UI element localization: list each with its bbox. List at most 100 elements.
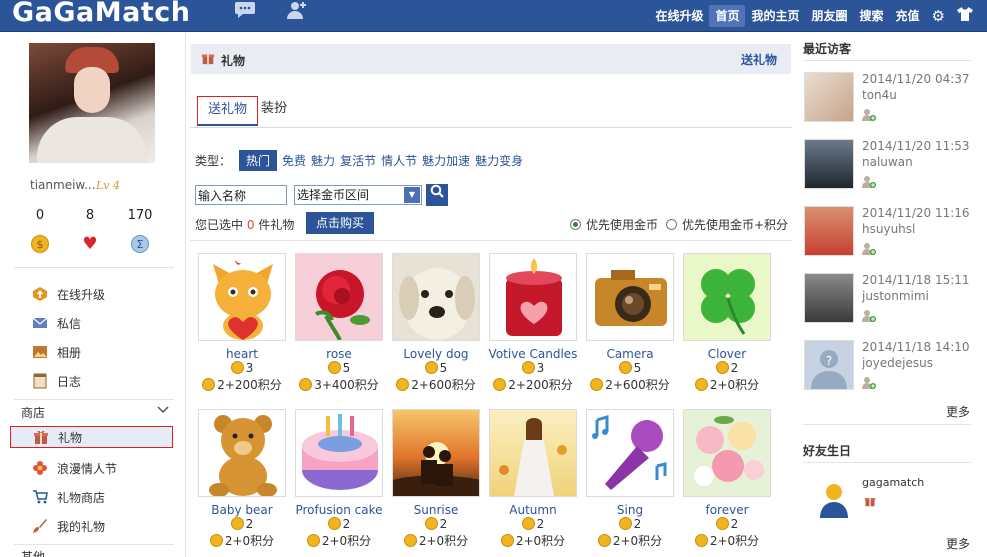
tab-send-gift[interactable]: 送礼物 xyxy=(197,96,258,126)
type-easter[interactable]: 复活节 xyxy=(340,152,376,169)
visitor-item[interactable]: 2014/11/18 15:11 justonmimi xyxy=(804,269,974,333)
avatar[interactable] xyxy=(29,43,155,163)
visitor-avatar[interactable] xyxy=(804,139,854,189)
visitor-name[interactable]: joyedejesus xyxy=(862,356,933,370)
gift-image-profusion-cake[interactable] xyxy=(295,409,383,497)
visit-time: 2014/11/20 04:37 xyxy=(862,72,970,86)
radio-indicator[interactable] xyxy=(666,219,677,230)
gift-item-heart[interactable]: heart 3 2+200积分 xyxy=(197,253,287,403)
gift-image-rose[interactable] xyxy=(295,253,383,341)
add-friend-icon[interactable] xyxy=(862,175,878,191)
birthday-friend-name[interactable]: gagamatch xyxy=(862,476,924,489)
gift-item-forever[interactable]: forever 2 2+0积分 xyxy=(682,409,772,557)
coin-icon xyxy=(590,378,604,391)
type-free[interactable]: 免费 xyxy=(282,152,306,169)
search-button[interactable] xyxy=(426,184,448,206)
logo[interactable]: GaGaMatch xyxy=(12,0,190,28)
visitor-item[interactable]: 2014/11/20 04:37 ton4u xyxy=(804,68,974,132)
sidebar-item-upgrade[interactable]: 在线升级 xyxy=(32,283,172,305)
visitor-avatar[interactable] xyxy=(804,206,854,256)
gift-image-autumn[interactable] xyxy=(489,409,577,497)
visitor-name[interactable]: naluwan xyxy=(862,155,913,169)
tab-dress-up[interactable]: 装扮 xyxy=(258,96,290,126)
sidebar-item-mail[interactable]: 私信 xyxy=(32,312,172,334)
gift-icon[interactable] xyxy=(864,494,876,511)
gift-alt-value: 2+0积分 xyxy=(515,534,566,548)
visitor-avatar[interactable] xyxy=(804,273,854,323)
add-friend-icon[interactable] xyxy=(862,309,878,325)
nav-my-page[interactable]: 我的主页 xyxy=(745,5,805,27)
radio-indicator[interactable] xyxy=(570,219,581,230)
gift-image-clover[interactable] xyxy=(683,253,771,341)
visitor-item[interactable]: 2014/11/20 11:53 naluwan xyxy=(804,135,974,199)
gift-image-forever[interactable] xyxy=(683,409,771,497)
left-sidebar: tianmeiw... Lv 4 0 8 170 $ ♥ Σ 在线升级 私信 相… xyxy=(0,32,186,557)
coin-range-select[interactable]: 选择金币区间 ▼ xyxy=(294,185,422,205)
visitor-item[interactable]: ? 2014/11/18 14:10 joyedejesus xyxy=(804,336,974,400)
gift-item-sing[interactable]: Sing 2 2+0积分 xyxy=(585,409,675,557)
buy-button[interactable]: 点击购买 xyxy=(306,212,374,234)
gift-image-camera[interactable] xyxy=(586,253,674,341)
visitor-avatar[interactable] xyxy=(804,72,854,122)
chat-icon[interactable] xyxy=(234,0,256,22)
gift-item-lovely-dog[interactable]: Lovely dog 5 2+600积分 xyxy=(391,253,481,403)
more-birthdays-link[interactable]: 更多 xyxy=(946,535,970,552)
visitor-name[interactable]: ton4u xyxy=(862,88,897,102)
nav-upgrade[interactable]: 在线升级 xyxy=(649,5,709,27)
points-icon: Σ xyxy=(131,235,149,253)
shirt-icon[interactable] xyxy=(951,7,979,25)
gift-image-heart[interactable] xyxy=(198,253,286,341)
birthday-avatar[interactable] xyxy=(814,480,854,523)
sidebar-item-my-gifts[interactable]: 我的礼物 xyxy=(32,515,172,537)
sidebar-item-gift[interactable]: 礼物 xyxy=(10,426,173,448)
type-valentine[interactable]: 情人节 xyxy=(381,152,417,169)
gift-image-lovely-dog[interactable] xyxy=(392,253,480,341)
username[interactable]: tianmeiw... xyxy=(30,178,96,192)
more-visitors-link[interactable]: 更多 xyxy=(946,403,970,420)
nav-recharge[interactable]: 充值 xyxy=(890,5,926,27)
sidebar-item-valentine[interactable]: 浪漫情人节 xyxy=(32,457,172,479)
gear-icon[interactable]: ⚙ xyxy=(926,7,951,25)
nav-search[interactable]: 搜索 xyxy=(854,5,890,27)
type-charm-transform[interactable]: 魅力变身 xyxy=(475,152,523,169)
visitor-name[interactable]: hsuyuhsl xyxy=(862,222,915,236)
gift-name: Votive Candles xyxy=(488,347,578,361)
sidebar-item-album[interactable]: 相册 xyxy=(32,341,172,363)
sidebar-item-gift-shop[interactable]: 礼物商店 xyxy=(32,486,172,508)
gift-item-rose[interactable]: rose 5 3+400积分 xyxy=(294,253,384,403)
type-charm[interactable]: 魅力 xyxy=(311,152,335,169)
add-friend-icon[interactable] xyxy=(862,108,878,124)
radio-coins-points-first[interactable]: 优先使用金币+积分 xyxy=(666,216,788,233)
nav-home[interactable]: 首页 xyxy=(709,5,746,27)
add-user-icon[interactable] xyxy=(286,0,308,22)
type-hot[interactable]: 热门 xyxy=(239,149,278,171)
gift-item-votive-candles[interactable]: Votive Candles 3 2+200积分 xyxy=(488,253,578,403)
sidebar-item-label: 浪漫情人节 xyxy=(57,461,118,476)
visitor-name[interactable]: justonmimi xyxy=(862,289,929,303)
gift-item-camera[interactable]: Camera 5 2+600积分 xyxy=(585,253,675,403)
chevron-down-icon[interactable] xyxy=(157,404,169,417)
dropdown-arrow-icon[interactable]: ▼ xyxy=(404,187,420,203)
radio-coins-first[interactable]: 优先使用金币 xyxy=(570,216,658,233)
type-charm-boost[interactable]: 魅力加速 xyxy=(422,152,470,169)
sidebar-item-journal[interactable]: 日志 xyxy=(32,370,172,392)
gift-image-votive-candles[interactable] xyxy=(489,253,577,341)
gift-image-sunrise[interactable] xyxy=(392,409,480,497)
gift-image-baby-bear[interactable] xyxy=(198,409,286,497)
gift-alt-price: 2+0积分 xyxy=(585,532,675,549)
add-friend-icon[interactable] xyxy=(862,376,878,392)
gift-item-clover[interactable]: Clover 2 2+0积分 xyxy=(682,253,772,403)
visitor-avatar[interactable]: ? xyxy=(804,340,854,390)
gift-alt-value: 2+200积分 xyxy=(508,378,573,392)
gift-item-baby-bear[interactable]: Baby bear 2 2+0积分 xyxy=(197,409,287,557)
nav-friends[interactable]: 朋友圈 xyxy=(806,5,854,27)
gift-item-autumn[interactable]: Autumn 2 2+0积分 xyxy=(488,409,578,557)
coin-icon xyxy=(500,534,514,547)
gift-item-profusion-cake[interactable]: Profusion cake 2 2+0积分 xyxy=(294,409,384,557)
gift-image-sing[interactable] xyxy=(586,409,674,497)
visitor-item[interactable]: 2014/11/20 11:16 hsuyuhsl xyxy=(804,202,974,266)
send-gift-link[interactable]: 送礼物 xyxy=(741,51,777,68)
name-input[interactable] xyxy=(195,185,287,205)
add-friend-icon[interactable] xyxy=(862,242,878,258)
gift-item-sunrise[interactable]: Sunrise 2 2+0积分 xyxy=(391,409,481,557)
